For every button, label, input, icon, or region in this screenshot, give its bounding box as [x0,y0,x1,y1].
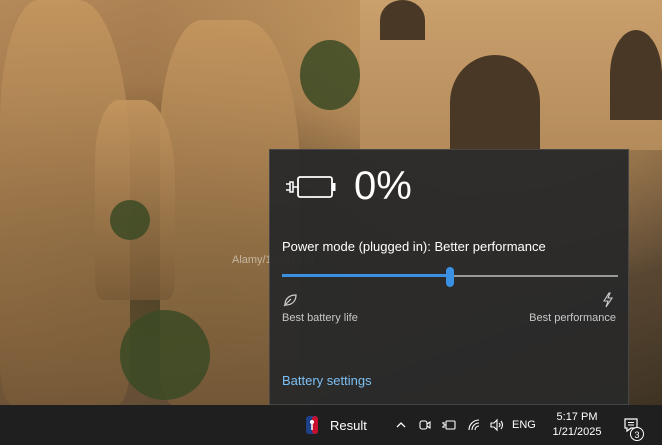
battery-plug-icon [286,176,336,198]
bridge [360,0,662,150]
sports-logo-icon [306,416,318,434]
chevron-up-icon[interactable] [393,405,409,445]
bridge-arch [610,30,662,120]
bush [120,310,210,400]
bush [110,200,150,240]
clock-date: 1/21/2025 [552,426,602,438]
wifi-icon[interactable] [466,405,482,445]
slider-track [450,275,618,277]
best-battery-life-label: Best battery life [282,312,358,324]
bush [300,40,360,110]
notification-center-button[interactable]: 3 [616,405,646,445]
power-mode-label: Power mode (plugged in): Better performa… [282,239,546,254]
leaf-icon [283,294,297,307]
bridge-arch [380,0,425,40]
slider-track-fill [282,274,450,277]
best-performance-label: Best performance [529,312,616,324]
clock[interactable]: 5:17 PM 1/21/2025 [548,405,606,445]
battery-settings-link[interactable]: Battery settings [282,373,372,388]
power-mode-slider[interactable] [282,267,618,287]
news-widget-icon[interactable] [304,405,320,445]
volume-icon[interactable] [488,405,506,445]
taskbar: Result ENG 5:17 PM 1/21/2025 3 [0,405,662,445]
lightning-bolt-icon [603,292,614,308]
widget-label[interactable]: Result [330,405,367,445]
slider-thumb[interactable] [446,267,454,287]
clock-time: 5:17 PM [556,411,598,423]
battery-flyout: 0% Power mode (plugged in): Better perfo… [269,149,629,405]
battery-percentage: 0% [354,164,412,208]
bridge-arch [450,55,540,150]
battery-plug-icon[interactable] [440,405,458,445]
language-indicator[interactable]: ENG [512,405,536,445]
notification-count-badge: 3 [630,427,644,441]
meet-now-icon[interactable] [417,405,433,445]
